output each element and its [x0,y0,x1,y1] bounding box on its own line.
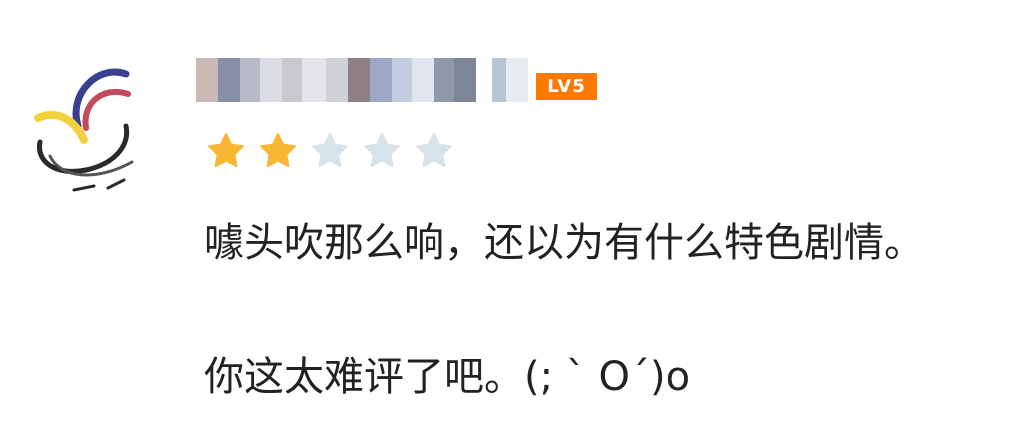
blur-block [454,58,476,102]
blur-block [348,58,370,102]
blur-block [412,58,434,102]
comment-text-line: 你这太难评了吧。(; ` O´)o [204,354,691,400]
star-icon [416,133,452,168]
blur-block [218,58,240,102]
star-icon [208,133,244,168]
username-redacted[interactable] [196,58,528,102]
star-rating [206,131,454,171]
user-avatar[interactable] [34,52,150,202]
blur-block [260,58,282,102]
blur-block [392,58,412,102]
star-icon [312,133,348,168]
blur-block [492,58,506,102]
blur-block [370,58,392,102]
blur-block [326,58,348,102]
star-icon [260,133,296,168]
blur-block [506,58,528,102]
blur-block [196,58,218,102]
blur-block [282,58,302,102]
blur-block [476,58,492,102]
blur-block [302,58,326,102]
level-badge: LV5 [536,73,597,100]
blur-block [240,58,260,102]
comment-text-line: 噱头吹那么响，还以为有什么特色剧情。 [204,220,924,266]
star-icon [364,133,400,168]
blur-block [434,58,454,102]
